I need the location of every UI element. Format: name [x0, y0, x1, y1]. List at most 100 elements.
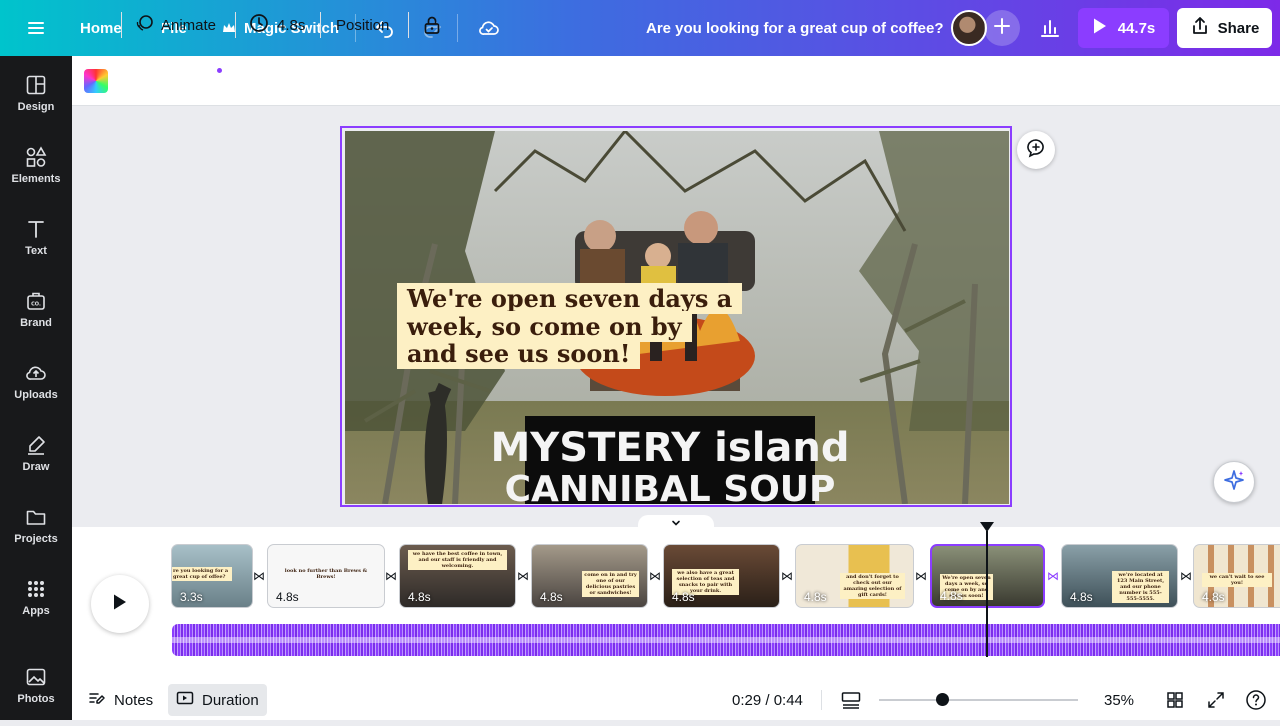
timeline-clip[interactable]: we can't wait to see you! 4.8s	[1193, 544, 1280, 608]
notes-button[interactable]: Notes	[88, 680, 153, 720]
sidebar-item-label: Projects	[14, 533, 58, 545]
clip-duration: 4.8s	[276, 590, 299, 604]
avatar[interactable]	[951, 10, 987, 46]
transition-icon[interactable]: ⋈	[383, 568, 399, 584]
plus-icon	[993, 17, 1011, 40]
clip-caption: we have the best coffee in town, and our…	[408, 550, 507, 570]
present-button[interactable]: 44.7s	[1078, 8, 1169, 48]
clip-duration: 4.8s	[804, 590, 827, 604]
sidebar-item-label: Elements	[11, 173, 61, 185]
sidebar-item-design[interactable]: Design	[0, 74, 72, 134]
fullscreen-icon[interactable]	[1206, 680, 1226, 720]
projects-icon	[25, 506, 47, 528]
sidebar-item-label: Brand	[20, 317, 52, 329]
sign-text-line1: MYSTERY island	[490, 425, 849, 471]
comment-button[interactable]	[1017, 131, 1055, 169]
sparkle-icon	[1222, 468, 1246, 497]
zoom-slider-handle[interactable]	[936, 693, 949, 706]
caption-text-box[interactable]: We're open seven days a week, so come on…	[397, 283, 743, 369]
timeline-clip[interactable]: re you looking for a great cup of offee?…	[171, 544, 253, 608]
notes-icon	[88, 689, 106, 711]
design-title[interactable]: Are you looking for a great cup of coffe…	[646, 0, 944, 56]
sidebar-item-photos[interactable]: Photos	[0, 666, 72, 726]
grid-view-icon[interactable]	[1165, 680, 1185, 720]
magic-assistant-button[interactable]	[1213, 461, 1255, 503]
sidebar-item-label: Design	[17, 101, 55, 113]
add-collaborator-button[interactable]	[984, 10, 1020, 46]
divider	[821, 690, 822, 710]
transition-icon[interactable]: ⋈	[913, 568, 929, 584]
sidebar-item-projects[interactable]: Projects	[0, 506, 72, 566]
timeline-clip[interactable]: come on in and try one of our delicious …	[531, 544, 648, 608]
help-icon[interactable]	[1245, 680, 1267, 720]
home-button[interactable]: Home	[80, 0, 122, 56]
timeline-clip[interactable]: look no further than Brews & Brews! 4.8s	[267, 544, 385, 608]
sidebar-item-elements[interactable]: Elements	[0, 146, 72, 206]
comment-add-icon	[1025, 137, 1047, 164]
clip-duration: 4.8s	[1202, 590, 1225, 604]
timeline-clip[interactable]: and don't forget to check out our amazin…	[795, 544, 914, 608]
sidebar-item-label: Text	[25, 245, 47, 257]
apps-icon	[25, 578, 47, 600]
timeline-clip[interactable]: we have the best coffee in town, and our…	[399, 544, 516, 608]
sidebar-item-brand[interactable]: CO. Brand	[0, 290, 72, 350]
timeline-play-button[interactable]	[91, 575, 149, 633]
clip-duration: 4.8s	[540, 590, 563, 604]
timeline-clip[interactable]: we also have a great selection of teas a…	[663, 544, 780, 608]
caption-text: We're open seven days a week, so come on…	[397, 283, 743, 369]
lock-icon[interactable]	[422, 0, 442, 50]
transition-icon[interactable]: ⋈	[647, 568, 663, 584]
sign-text-line2: CANNIBAL SOUP	[505, 469, 836, 504]
sidebar-item-draw[interactable]: Draw	[0, 434, 72, 494]
duration-toggle-label: Duration	[202, 691, 259, 709]
analytics-icon[interactable]	[1032, 0, 1068, 56]
position-button[interactable]: Position	[336, 0, 389, 50]
color-swatch-button[interactable]	[84, 69, 108, 93]
sidebar-item-apps[interactable]: Apps	[0, 578, 72, 638]
menu-icon[interactable]	[24, 0, 48, 56]
playhead-handle[interactable]	[980, 522, 994, 532]
transition-icon[interactable]: ⋈	[251, 568, 267, 584]
sidebar-item-label: Photos	[17, 693, 55, 705]
duration-button[interactable]: 4.8s	[249, 0, 305, 50]
playback-time: 0:29 / 0:44	[732, 691, 803, 709]
duration-toggle-button[interactable]: Duration	[168, 684, 267, 716]
zoom-level[interactable]: 35%	[1104, 680, 1134, 720]
page-view-icon[interactable]	[840, 680, 862, 720]
playhead[interactable]	[986, 531, 988, 657]
clip-duration: 4.8s	[1070, 590, 1093, 604]
sidebar-item-label: Apps	[22, 605, 50, 617]
transition-icon[interactable]: ⋈	[1045, 568, 1061, 584]
cloud-saved-icon[interactable]	[477, 0, 501, 56]
uploads-icon	[25, 362, 47, 384]
clip-caption: look no further than Brews & Brews!	[284, 568, 368, 580]
divider	[408, 12, 409, 38]
clip-duration: 4.8s	[940, 589, 963, 603]
brand-icon: CO.	[25, 290, 47, 312]
animate-button[interactable]: Animate	[135, 0, 216, 50]
zoom-slider-track[interactable]	[879, 699, 1078, 701]
context-toolbar	[72, 56, 1280, 106]
duration-label: 4.8s	[277, 16, 306, 34]
video-icon	[176, 689, 194, 711]
collapse-timeline-button[interactable]	[638, 515, 714, 535]
transition-icon[interactable]: ⋈	[779, 568, 795, 584]
share-button[interactable]: Share	[1177, 8, 1272, 48]
divider	[235, 12, 236, 38]
animate-icon	[135, 13, 155, 37]
timeline-clip[interactable]: we're located at 123 Main Street, and ou…	[1061, 544, 1178, 608]
chevron-down-icon	[670, 516, 682, 534]
clock-icon	[249, 13, 269, 37]
sidebar-item-text[interactable]: Text	[0, 218, 72, 278]
transition-icon[interactable]: ⋈	[515, 568, 531, 584]
sidebar-item-label: Draw	[22, 461, 50, 473]
audio-track[interactable]	[172, 624, 1280, 656]
animate-label: Animate	[161, 16, 217, 34]
clip-caption: we're located at 123 Main Street, and ou…	[1112, 571, 1169, 603]
sidebar-item-uploads[interactable]: Uploads	[0, 362, 72, 422]
transition-icon[interactable]: ⋈	[1178, 568, 1194, 584]
clip-caption: we can't wait to see you!	[1202, 573, 1272, 587]
divider	[121, 12, 122, 38]
audio-waveform	[172, 637, 1280, 643]
share-icon	[1190, 16, 1210, 40]
